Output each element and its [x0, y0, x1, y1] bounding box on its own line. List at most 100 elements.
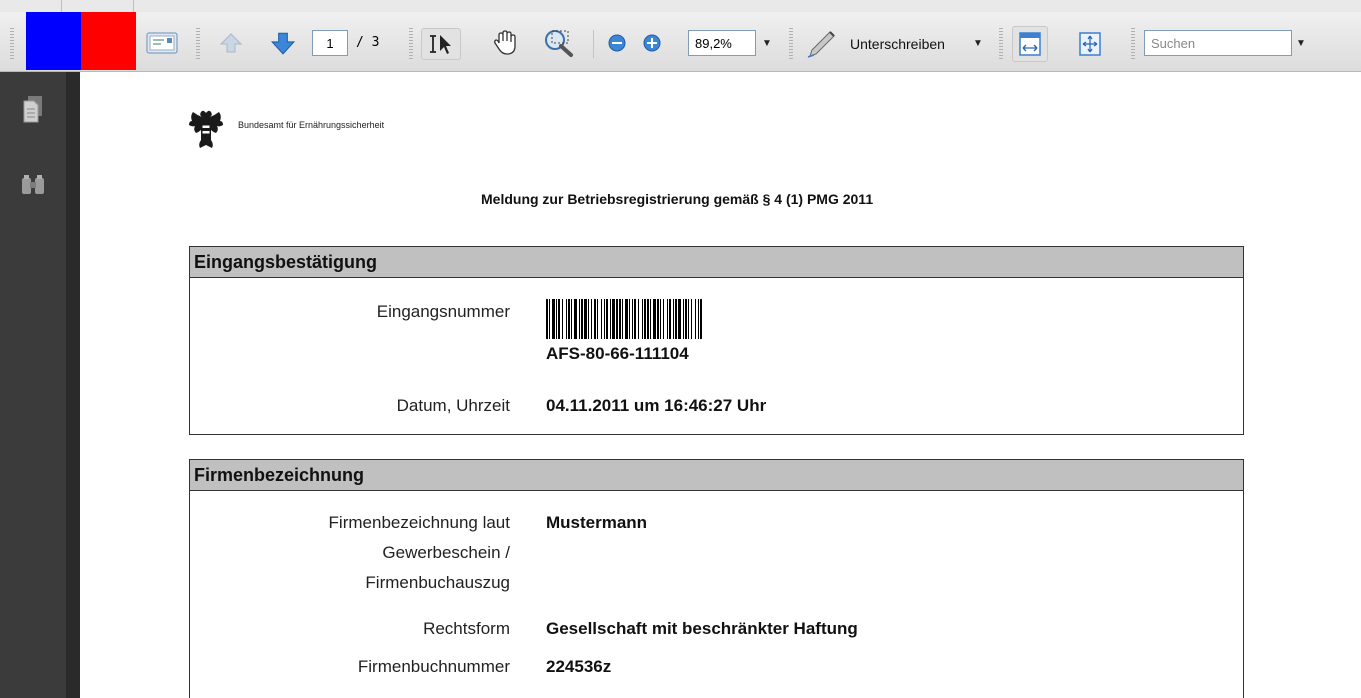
top-strip-segment	[0, 0, 62, 12]
toolbar-grip	[999, 28, 1003, 60]
field-value: AFS-80-66-111104	[546, 344, 689, 363]
row-rechtsform: Rechtsform Gesellschaft mit beschränkter…	[190, 616, 1243, 644]
next-page-icon[interactable]	[268, 28, 298, 58]
text-select-cursor-icon[interactable]	[425, 29, 457, 59]
navigation-pane-divider[interactable]	[66, 72, 80, 698]
barcode-bar	[568, 299, 570, 339]
barcode-bar	[597, 299, 598, 339]
field-label: Eingangsnummer	[376, 302, 510, 321]
barcode-bar	[688, 299, 689, 339]
barcode-image	[546, 299, 702, 339]
field-value: 224536z	[546, 657, 612, 676]
red-color-block	[81, 12, 136, 70]
barcode-bar	[601, 299, 602, 339]
barcode-bar	[610, 299, 611, 339]
barcode-bar	[625, 299, 628, 339]
barcode-bar	[634, 299, 636, 339]
barcode-bar	[685, 299, 687, 339]
document-page: Bundesamt für Ernährungssicherheit Meldu…	[80, 72, 1361, 698]
toolbar-grip	[789, 28, 793, 60]
field-label: Firmenbuchauszug	[365, 573, 510, 592]
barcode-bar	[571, 299, 572, 339]
field-value: Gesellschaft mit beschränkter Haftung	[546, 619, 858, 638]
search-binoculars-icon[interactable]	[18, 172, 48, 198]
barcode-bar	[650, 299, 651, 339]
sign-dropdown-chevron-icon[interactable]: ▼	[971, 33, 985, 53]
zoom-in-icon[interactable]	[640, 30, 664, 56]
sign-button-label[interactable]: Unterschreiben	[850, 36, 945, 52]
main-toolbar: / 3 ▼ Unterschreiben ▼ ▼	[0, 0, 1361, 72]
barcode-bar	[647, 299, 649, 339]
pages-panel-icon[interactable]	[20, 94, 46, 124]
barcode-bar	[695, 299, 696, 339]
barcode-bar	[644, 299, 646, 339]
hand-tool-icon[interactable]	[488, 26, 522, 60]
section-heading: Eingangsbestätigung	[190, 247, 1243, 278]
search-input[interactable]	[1144, 30, 1292, 56]
row-firmenbezeichnung: Firmenbezeichnung laut Gewerbeschein / F…	[190, 510, 1243, 600]
page-total-label: / 3	[356, 35, 380, 50]
barcode-bar	[604, 299, 605, 339]
barcode-bar	[653, 299, 656, 339]
toolbar-grip	[409, 28, 413, 60]
navigation-pane	[0, 72, 66, 698]
barcode-bar	[612, 299, 615, 339]
fit-width-icon[interactable]	[1016, 29, 1044, 59]
austrian-eagle-logo	[186, 106, 226, 152]
barcode-bar	[622, 299, 623, 339]
previous-page-icon[interactable]	[216, 28, 246, 58]
barcode-bar	[579, 299, 580, 339]
barcode-bar	[700, 299, 702, 339]
field-label: Firmenbuchnummer	[357, 657, 510, 676]
barcode-bar	[546, 299, 548, 339]
barcode-bar	[558, 299, 560, 339]
barcode-bar	[566, 299, 567, 339]
barcode-bar	[667, 299, 668, 339]
barcode-bar	[616, 299, 618, 339]
top-strip-segment	[62, 0, 134, 12]
field-label: Datum, Uhrzeit	[396, 396, 510, 415]
barcode-bar	[698, 299, 699, 339]
barcode-bar	[562, 299, 563, 339]
page-number-input[interactable]	[312, 30, 348, 56]
marquee-zoom-icon[interactable]	[540, 26, 578, 60]
barcode-bar	[669, 299, 671, 339]
barcode-bar	[657, 299, 659, 339]
barcode-bar	[591, 299, 592, 339]
field-label: Gewerbeschein /	[382, 543, 510, 562]
full-page-icon[interactable]	[1076, 29, 1104, 59]
barcode-bar	[552, 299, 555, 339]
field-value: Mustermann	[546, 513, 648, 532]
agency-name: Bundesamt für Ernährungssicherheit	[238, 120, 385, 130]
search-dropdown-chevron-icon[interactable]: ▼	[1294, 33, 1308, 53]
barcode-bar	[632, 299, 633, 339]
zoom-out-icon[interactable]	[605, 30, 629, 56]
field-value: 04.11.2011 um 16:46:27 Uhr	[546, 396, 767, 415]
toolbar-grip	[196, 28, 200, 60]
barcode-bar	[629, 299, 630, 339]
barcode-bar	[663, 299, 664, 339]
email-icon[interactable]	[145, 28, 179, 58]
barcode-bar	[675, 299, 677, 339]
barcode-bar	[638, 299, 639, 339]
barcode-bar	[549, 299, 550, 339]
blue-color-block	[26, 12, 81, 70]
barcode-bar	[594, 299, 596, 339]
section-firmenbezeichnung: Firmenbezeichnung Firmenbezeichnung laut…	[189, 459, 1244, 698]
barcode-bar	[619, 299, 621, 339]
zoom-dropdown-chevron-icon[interactable]: ▼	[760, 33, 774, 53]
row-eingangsnummer-value: AFS-80-66-111104	[190, 341, 1243, 369]
barcode-bar	[673, 299, 674, 339]
sign-pen-icon[interactable]	[804, 26, 840, 60]
field-label: Firmenbezeichnung laut	[328, 513, 510, 532]
barcode-bar	[678, 299, 681, 339]
section-heading: Firmenbezeichnung	[190, 460, 1243, 491]
field-label: Rechtsform	[423, 619, 510, 638]
zoom-level-input[interactable]	[688, 30, 756, 56]
barcode-bar	[584, 299, 587, 339]
barcode-bar	[606, 299, 608, 339]
barcode-bar	[574, 299, 577, 339]
row-datum-uhrzeit: Datum, Uhrzeit 04.11.2011 um 16:46:27 Uh…	[190, 393, 1243, 421]
toolbar-grip[interactable]	[10, 28, 14, 60]
barcode-bar	[556, 299, 557, 339]
